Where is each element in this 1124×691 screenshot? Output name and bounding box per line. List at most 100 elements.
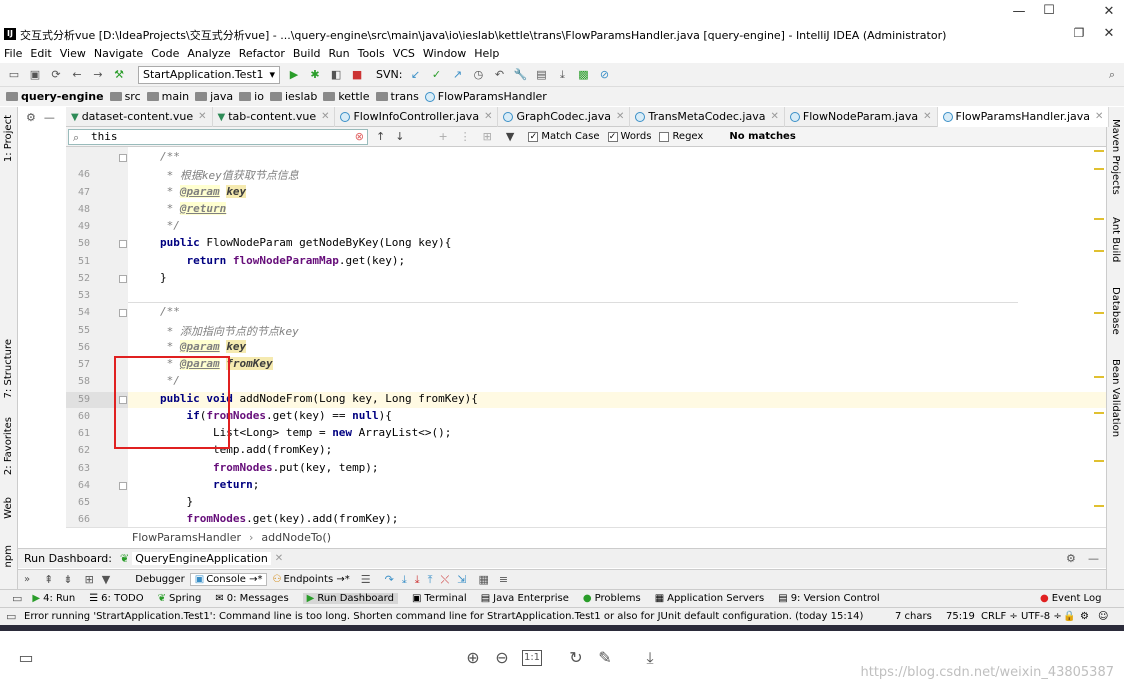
menu-lines-icon[interactable]: ☰ xyxy=(361,573,371,586)
gear-icon[interactable]: ⚙ xyxy=(1066,552,1076,565)
menu-refactor[interactable]: Refactor xyxy=(239,47,285,60)
zoom-out-icon[interactable]: ⊖ xyxy=(492,648,512,668)
breadcrumb-item[interactable]: src xyxy=(109,90,141,103)
regex-checkbox[interactable]: Regex xyxy=(659,131,703,142)
menu-vcs[interactable]: VCS xyxy=(393,47,415,60)
force-step-into-icon[interactable]: ⤓ xyxy=(415,573,420,587)
breadcrumb-item[interactable]: java xyxy=(195,90,233,103)
tool-bean-validation[interactable]: Bean Validation xyxy=(1110,359,1121,437)
tool-structure[interactable]: 7: Structure xyxy=(3,339,14,398)
next-occurrence-icon[interactable]: ↓ xyxy=(395,130,404,143)
close-icon[interactable]: ✕ xyxy=(275,553,283,564)
add-selection-icon[interactable]: + xyxy=(438,130,447,143)
menu-run[interactable]: Run xyxy=(329,47,350,60)
close-icon[interactable]: ✕ xyxy=(1095,111,1103,122)
close-icon[interactable]: ✕ xyxy=(198,111,206,122)
tool-npm[interactable]: npm xyxy=(3,545,14,567)
select-all-occurrences-icon[interactable]: ⊞ xyxy=(483,130,492,143)
menu-build[interactable]: Build xyxy=(293,47,321,60)
menu-file[interactable]: File xyxy=(4,47,22,60)
words-checkbox[interactable]: ✓ Words xyxy=(607,131,651,142)
edit-pencil-icon[interactable]: ✎ xyxy=(595,648,615,668)
menu-window[interactable]: Window xyxy=(423,47,466,60)
tab-tab-content[interactable]: ▼ tab-content.vue ✕ xyxy=(213,106,336,127)
close-icon[interactable]: ✕ xyxy=(616,111,624,122)
breadcrumb-item[interactable]: kettle xyxy=(323,90,370,103)
close-icon[interactable]: ✕ xyxy=(923,111,931,122)
hide-panel-icon[interactable]: — xyxy=(44,111,55,124)
breadcrumb-item[interactable]: FlowParamsHandler xyxy=(424,90,547,103)
revert-icon[interactable]: ↶ xyxy=(491,67,507,83)
file-encoding[interactable]: UTF-8 ÷ xyxy=(1021,611,1062,622)
drop-frame-icon[interactable]: ⤬ xyxy=(440,573,449,587)
maximize-icon[interactable]: ☐ xyxy=(1034,3,1064,18)
collapse-all-icon[interactable]: ⇞ xyxy=(44,573,53,586)
restore-icon[interactable]: ❐ xyxy=(1064,26,1094,40)
build-hammer-icon[interactable]: ⚒ xyxy=(111,67,127,83)
tool-tab-version-control[interactable]: ▤ 9: Version Control xyxy=(778,593,879,604)
tab-flownodeparam[interactable]: FlowNodeParam.java ✕ xyxy=(785,106,938,127)
filter-icon[interactable]: ▼ xyxy=(506,130,514,143)
close-icon[interactable]: ✕ xyxy=(1094,4,1124,19)
layout-icon[interactable]: ▭ xyxy=(12,592,22,605)
editor-crumb-class[interactable]: FlowParamsHandler xyxy=(132,531,241,544)
download-icon[interactable]: ⤓ xyxy=(554,67,570,83)
menu-analyze[interactable]: Analyze xyxy=(187,47,230,60)
gear-icon[interactable]: ⚙ xyxy=(26,111,36,124)
tool-database[interactable]: Database xyxy=(1110,287,1121,335)
svn-compare-icon[interactable]: ↗ xyxy=(449,67,465,83)
sync-icon[interactable]: ⟳ xyxy=(48,67,64,83)
status-message[interactable]: Error running 'StrartApplication.Test1':… xyxy=(24,611,863,622)
fold-marker-icon[interactable] xyxy=(119,309,127,318)
breadcrumb-item[interactable]: io xyxy=(239,90,264,103)
tool-tab-java-enterprise[interactable]: ▤ Java Enterprise xyxy=(481,593,569,604)
download-icon[interactable]: ⤓ xyxy=(640,648,660,668)
tool-tab-spring[interactable]: ❦ Spring xyxy=(158,593,202,604)
group-icon[interactable]: ⊞ xyxy=(85,573,94,586)
run-app-tab[interactable]: QueryEngineApplication xyxy=(132,552,271,565)
tool-tab-todo[interactable]: ☰ 6: TODO xyxy=(89,593,143,604)
breadcrumb-item[interactable]: main xyxy=(146,90,189,103)
stop-icon[interactable]: ■ xyxy=(349,67,365,83)
line-separator[interactable]: CRLF ÷ xyxy=(981,611,1018,622)
step-out-icon[interactable]: ⤒ xyxy=(428,573,433,587)
no-entry-icon[interactable]: ⊘ xyxy=(596,67,612,83)
project-structure-icon[interactable]: ▤ xyxy=(533,67,549,83)
tab-dataset-content[interactable]: ▼ dataset-content.vue ✕ xyxy=(66,106,213,127)
tab-endpoints[interactable]: ⚇ Endpoints →* xyxy=(267,573,354,586)
status-panel-icon[interactable]: ▭ xyxy=(6,610,16,623)
debug-icon[interactable]: ✱ xyxy=(307,67,323,83)
tab-flowparamshandler[interactable]: FlowParamsHandler.java ✕ xyxy=(937,106,1110,127)
menu-help[interactable]: Help xyxy=(474,47,499,60)
hide-panel-icon[interactable]: — xyxy=(1088,552,1099,565)
tool-tab-run-dashboard[interactable]: ▶ Run Dashboard xyxy=(302,593,398,604)
menu-view[interactable]: View xyxy=(60,47,86,60)
minimize-icon[interactable]: — xyxy=(1004,4,1034,19)
fold-marker-icon[interactable] xyxy=(119,154,127,162)
thumbnail-icon[interactable]: ▭ xyxy=(16,648,36,668)
save-icon[interactable]: ▣ xyxy=(27,67,43,83)
run-icon[interactable]: ▶ xyxy=(286,67,302,83)
menu-edit[interactable]: Edit xyxy=(30,47,51,60)
caret-position[interactable]: 75:19 xyxy=(946,611,975,622)
close-window-icon[interactable]: ✕ xyxy=(1094,26,1124,41)
match-case-checkbox[interactable]: ✓ Match Case xyxy=(528,131,600,142)
close-icon[interactable]: ✕ xyxy=(321,111,329,122)
tool-project[interactable]: 1: Project xyxy=(3,115,14,162)
inspector-icon[interactable]: ☺ xyxy=(1098,611,1108,622)
tab-debugger[interactable]: Debugger xyxy=(130,573,190,586)
fold-marker-icon[interactable] xyxy=(119,274,127,283)
back-icon[interactable]: ← xyxy=(69,67,85,83)
forward-icon[interactable]: → xyxy=(90,67,106,83)
menu-navigate[interactable]: Navigate xyxy=(94,47,143,60)
breadcrumb-item[interactable]: trans xyxy=(375,90,419,103)
tool-tab-application-servers[interactable]: ▦ Application Servers xyxy=(655,593,765,604)
tab-flowinfocontroller[interactable]: FlowInfoController.java ✕ xyxy=(335,106,499,127)
svn-commit-icon[interactable]: ✓ xyxy=(428,67,444,83)
tool-maven[interactable]: Maven Projects xyxy=(1110,119,1121,195)
settings-wrench-icon[interactable]: 🔧 xyxy=(512,67,528,83)
step-into-icon[interactable]: ⤓ xyxy=(402,573,407,587)
run-to-cursor-icon[interactable]: ⇲ xyxy=(457,573,466,586)
tool-tab-run[interactable]: ▶ 4: Run xyxy=(32,593,75,604)
prev-occurrence-icon[interactable]: ↑ xyxy=(376,130,385,143)
